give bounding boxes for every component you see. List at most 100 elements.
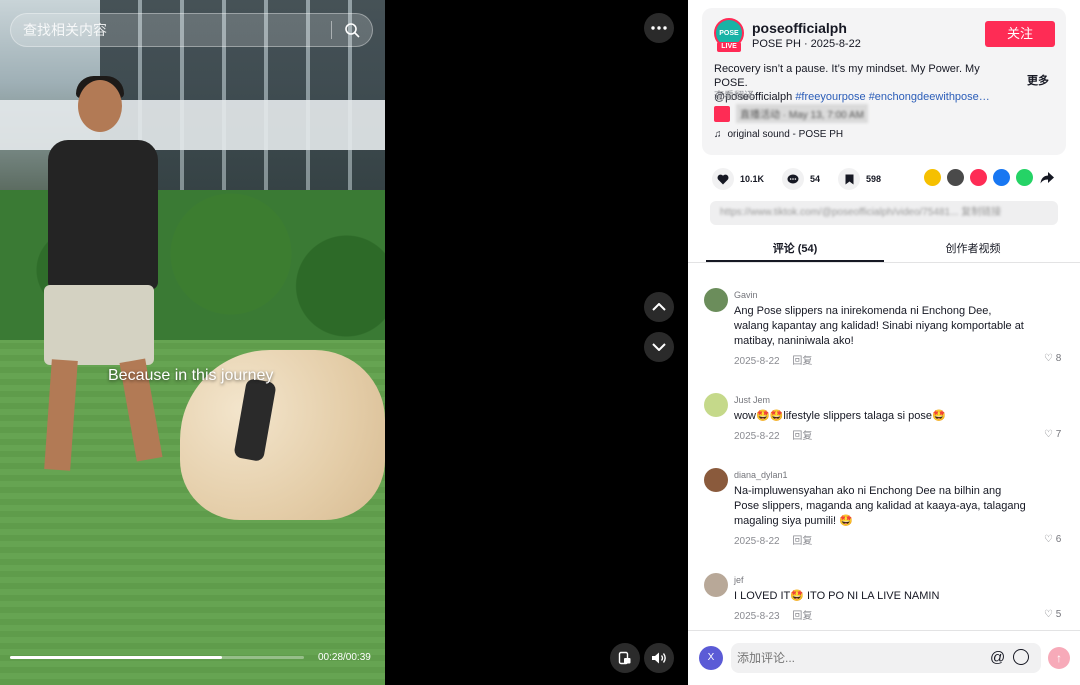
comment-like-count: 8 [1055, 353, 1062, 364]
share-link-text: https://www.tiktok.com/@poseofficialph/v… [720, 207, 1002, 218]
repost-icon[interactable] [924, 169, 941, 186]
tabs: 评论 (54) 创作者视频 [706, 240, 1062, 262]
music-note-icon: ♫ [714, 129, 722, 140]
more-link[interactable]: 更多 [1027, 72, 1049, 88]
creator-handle[interactable]: poseofficialph [752, 20, 847, 36]
reply-button[interactable]: 回复 [792, 611, 812, 622]
comment-author[interactable]: Just Jem [734, 395, 770, 405]
share-arrow-icon[interactable] [1039, 169, 1056, 186]
chevron-down-icon [652, 343, 666, 351]
comment-like-count: 7 [1055, 429, 1062, 440]
video-player[interactable]: 查找相关内容 Because in this journey 00:28/00:… [0, 0, 385, 685]
comment-date: 2025-8-22 [734, 431, 780, 442]
send-button[interactable]: ↑ [1048, 647, 1070, 669]
search-placeholder: 查找相关内容 [23, 22, 107, 38]
search-icon[interactable] [344, 22, 360, 38]
whatsapp-icon[interactable] [1016, 169, 1033, 186]
like-stat[interactable]: 10.1K [712, 168, 764, 190]
user-avatar[interactable]: X [699, 646, 723, 670]
share-bar [924, 169, 1056, 186]
comment-avatar[interactable] [704, 573, 728, 597]
reply-button[interactable]: 回复 [792, 431, 812, 442]
save-count: 598 [866, 174, 882, 184]
heart-icon [712, 168, 734, 190]
stats-bar: 10.1K 54 598 [712, 168, 899, 190]
follow-button[interactable]: 关注 [985, 21, 1055, 47]
mini-player-button[interactable] [610, 643, 640, 673]
comment-count: 54 [810, 174, 821, 184]
comment-meta: 2025-8-22 回复 [734, 427, 822, 442]
comment-meta: 2025-8-23 回复 [734, 607, 822, 622]
sound-name: original sound - POSE PH [727, 129, 844, 140]
mention-icon[interactable]: @ [990, 649, 1005, 666]
comment-like-count: 5 [1055, 609, 1062, 620]
comment-avatar[interactable] [704, 468, 728, 492]
reply-button[interactable]: 回复 [792, 356, 812, 367]
description-text: Recovery isn’t a pause. It’s my mindset.… [714, 63, 980, 89]
event-row[interactable]: 直播活动 · May 13, 7:00 AM [714, 104, 868, 123]
comment-text: I LOVED IT🤩 ITO PO NI LA LIVE NAMIN [734, 590, 940, 602]
comment-avatar[interactable] [704, 288, 728, 312]
post-description: Recovery isn’t a pause. It’s my mindset.… [714, 62, 1014, 104]
comment-icon [782, 168, 805, 190]
video-progress-fill [10, 656, 222, 659]
tab-creator-videos[interactable]: 创作者视频 [884, 240, 1062, 262]
comment-item: Gavin Ang Pose slippers na inirekomenda … [704, 288, 1064, 368]
video-search-box[interactable]: 查找相关内容 [10, 13, 373, 47]
logo-text: POSE [719, 29, 739, 37]
share-link-box[interactable]: https://www.tiktok.com/@poseofficialph/v… [710, 201, 1058, 225]
like-count: 10.1K [740, 174, 765, 184]
tab-comments[interactable]: 评论 (54) [706, 240, 884, 262]
comment-like-button[interactable]: ♡ 6 [1044, 534, 1061, 545]
previous-video-button[interactable] [644, 292, 674, 322]
comment-stat[interactable]: 54 [782, 168, 820, 190]
facebook-icon[interactable] [993, 169, 1010, 186]
more-icon [651, 26, 667, 30]
comment-item: jef I LOVED IT🤩 ITO PO NI LA LIVE NAMIN … [704, 573, 1064, 623]
hashtags-link[interactable]: #freeyourpose #enchongdeewithpose… [795, 91, 989, 103]
arrow-up-icon: ↑ [1056, 651, 1062, 665]
comment-text: Na-impluwensyahan ako ni Enchong Dee na … [734, 485, 1026, 527]
comment-text: wow🤩🤩lifestyle slippers talaga si pose🤩 [734, 410, 946, 422]
chevron-up-icon [652, 303, 666, 311]
side-panel: POSE LIVE poseofficialph POSE PH · 2025-… [688, 0, 1080, 685]
comment-item: Just Jem wow🤩🤩lifestyle slippers talaga … [704, 393, 1064, 443]
send-to-friends-icon[interactable] [970, 169, 987, 186]
comment-date: 2025-8-23 [734, 611, 780, 622]
comment-composer: X @ ↑ [688, 630, 1080, 685]
next-video-button[interactable] [644, 332, 674, 362]
comment-author[interactable]: jef [734, 575, 744, 585]
calendar-icon [714, 105, 730, 122]
creator-subline: POSE PH · 2025-8-22 [752, 38, 861, 50]
post-info-card: POSE LIVE poseofficialph POSE PH · 2025-… [702, 8, 1066, 155]
description-tags-line: @poseofficialph #freeyourpose #enchongde… [714, 90, 1014, 104]
translate-link[interactable]: 查看翻译 [714, 87, 754, 102]
reply-button[interactable]: 回复 [792, 536, 812, 547]
volume-button[interactable] [644, 643, 674, 673]
comment-like-button[interactable]: ♡ 5 [1044, 609, 1061, 620]
volume-icon [652, 652, 666, 664]
video-stage [385, 0, 688, 685]
event-text: 直播活动 · May 13, 7:00 AM [736, 104, 868, 123]
search-divider [331, 21, 332, 39]
tabs-divider [688, 262, 1080, 263]
emoji-icon[interactable] [1013, 649, 1029, 665]
comment-text: Ang Pose slippers na inirekomenda ni Enc… [734, 305, 1024, 347]
comment-meta: 2025-8-22 回复 [734, 532, 822, 547]
more-button[interactable] [644, 13, 674, 43]
video-caption: Because in this journey [108, 367, 274, 384]
bookmark-icon [838, 168, 861, 190]
comment-author[interactable]: diana_dylan1 [734, 470, 788, 480]
live-badge: LIVE [717, 42, 741, 52]
comment-avatar[interactable] [704, 393, 728, 417]
save-stat[interactable]: 598 [838, 168, 881, 190]
sound-row[interactable]: ♫ original sound - POSE PH [714, 129, 843, 140]
comment-like-button[interactable]: ♡ 8 [1044, 353, 1061, 364]
comment-author[interactable]: Gavin [734, 290, 758, 300]
comment-date: 2025-8-22 [734, 356, 780, 367]
embed-icon[interactable] [947, 169, 964, 186]
comment-item: diana_dylan1 Na-impluwensyahan ako ni En… [704, 468, 1064, 548]
comment-meta: 2025-8-22 回复 [734, 352, 822, 367]
comment-like-button[interactable]: ♡ 7 [1044, 429, 1061, 440]
video-progress-bar[interactable] [10, 656, 304, 659]
